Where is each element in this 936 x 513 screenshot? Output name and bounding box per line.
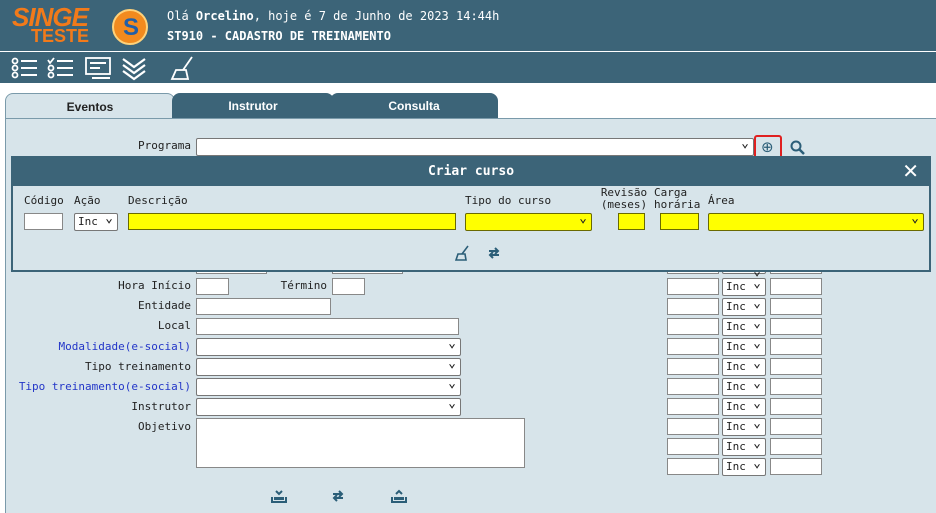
grid-value-field[interactable] xyxy=(770,318,822,335)
tipo-curso-select[interactable] xyxy=(465,211,592,231)
area-select[interactable] xyxy=(708,211,924,231)
list-icon[interactable] xyxy=(10,55,38,81)
search-icon[interactable] xyxy=(790,140,806,156)
descricao-label: Descrição xyxy=(128,194,188,207)
grid-date-field[interactable] xyxy=(667,338,719,355)
form-icon[interactable] xyxy=(84,55,112,81)
grid-action-select[interactable]: Inc xyxy=(722,276,766,296)
grid-date-field[interactable] xyxy=(667,318,719,335)
codigo-field[interactable] xyxy=(24,213,63,230)
tab-consulta[interactable]: Consulta xyxy=(330,93,498,119)
local-label: Local xyxy=(157,319,191,332)
tipo-treinamento-label: Tipo treinamento xyxy=(85,360,191,373)
objetivo-label: Objetivo xyxy=(138,420,191,433)
entidade-field[interactable] xyxy=(196,298,331,315)
grid-value-field[interactable] xyxy=(770,298,822,315)
modal-header: Criar curso ✕ xyxy=(13,158,929,186)
hora-inicio-label: Hora Início xyxy=(118,279,191,292)
grid-value-field[interactable] xyxy=(770,418,822,435)
checklist-icon[interactable] xyxy=(46,55,74,81)
criar-curso-modal: Criar curso ✕ Código Ação Descrição Tipo… xyxy=(11,156,931,272)
logo-subtext: TESTE xyxy=(31,26,90,46)
upload-icon[interactable] xyxy=(391,489,407,503)
grid-action-select[interactable]: Inc xyxy=(722,396,766,416)
hora-inicio-field[interactable] xyxy=(196,278,229,295)
grid-action-select[interactable]: Inc xyxy=(722,436,766,456)
grid-action-select[interactable]: Inc xyxy=(722,416,766,436)
greeting: Olá Orcelino, hoje é 7 de Junho de 2023 … xyxy=(167,9,500,23)
plus-circle-icon: ⊕ xyxy=(761,138,774,156)
chevron-stack-icon[interactable] xyxy=(120,55,148,81)
toolbar xyxy=(0,51,936,83)
tab-eventos[interactable]: Eventos xyxy=(5,93,175,119)
acao-select[interactable]: Inc xyxy=(74,211,118,231)
tipo-treinamento-select[interactable] xyxy=(196,356,461,376)
objetivo-textarea[interactable] xyxy=(196,418,525,468)
carga-horaria-label: Carga horária xyxy=(654,186,701,211)
grid-date-field[interactable] xyxy=(667,418,719,435)
tab-instrutor[interactable]: Instrutor xyxy=(172,93,334,119)
grid-value-field[interactable] xyxy=(770,378,822,395)
acao-label: Ação xyxy=(74,194,101,207)
area-label: Área xyxy=(708,194,735,207)
grid-value-field[interactable] xyxy=(770,398,822,415)
revisao-field[interactable] xyxy=(618,213,645,230)
codigo-label: Código xyxy=(24,194,64,207)
grid-action-select[interactable]: Inc xyxy=(722,456,766,476)
grid-value-field[interactable] xyxy=(770,458,822,475)
tipo-treinamento-esocial-label: Tipo treinamento(e-social) xyxy=(18,380,191,393)
grid-action-select[interactable]: Inc xyxy=(722,376,766,396)
carga-horaria-field[interactable] xyxy=(660,213,699,230)
grid-action-select[interactable]: Inc xyxy=(722,296,766,316)
logo-mark: S xyxy=(112,9,148,45)
grid-date-field[interactable] xyxy=(667,278,719,295)
grid-date-field[interactable] xyxy=(667,458,719,475)
broom-icon[interactable] xyxy=(455,245,471,261)
grid-value-field[interactable] xyxy=(770,358,822,375)
instrutor-select[interactable] xyxy=(196,396,461,416)
programa-label: Programa xyxy=(138,139,191,152)
user-name: Orcelino xyxy=(195,9,254,23)
close-icon[interactable]: ✕ xyxy=(902,161,919,181)
modal-title: Criar curso xyxy=(427,164,515,179)
termino-label: Término xyxy=(280,279,327,292)
local-field[interactable] xyxy=(196,318,459,335)
refresh-icon[interactable] xyxy=(487,246,501,260)
refresh-icon[interactable] xyxy=(331,489,345,503)
download-icon[interactable] xyxy=(271,489,287,503)
grid-action-select[interactable]: Inc xyxy=(722,316,766,336)
grid-date-field[interactable] xyxy=(667,298,719,315)
screen-title: ST910 - CADASTRO DE TREINAMENTO xyxy=(167,29,391,43)
modalidade-label: Modalidade(e-social) xyxy=(58,340,191,353)
grid-date-field[interactable] xyxy=(667,358,719,375)
entidade-label: Entidade xyxy=(138,299,191,312)
grid-date-field[interactable] xyxy=(667,398,719,415)
grid-value-field[interactable] xyxy=(770,438,822,455)
tipo-treinamento-esocial-select[interactable] xyxy=(196,376,461,396)
grid-value-field[interactable] xyxy=(770,338,822,355)
grid-date-field[interactable] xyxy=(667,378,719,395)
app-header: SINGE TESTE S Olá Orcelino, hoje é 7 de … xyxy=(0,0,936,51)
modalidade-select[interactable] xyxy=(196,336,461,356)
revisao-label: Revisão (meses) xyxy=(600,186,648,211)
grid-action-select[interactable]: Inc xyxy=(722,336,766,356)
programa-select[interactable] xyxy=(196,136,754,156)
broom-icon[interactable] xyxy=(170,55,198,81)
tipo-curso-label: Tipo do curso xyxy=(465,194,552,207)
grid-date-field[interactable] xyxy=(667,438,719,455)
grid-action-select[interactable]: Inc xyxy=(722,356,766,376)
instrutor-label: Instrutor xyxy=(131,400,191,413)
hora-termino-field[interactable] xyxy=(332,278,365,295)
descricao-field[interactable] xyxy=(128,213,456,230)
grid-value-field[interactable] xyxy=(770,278,822,295)
